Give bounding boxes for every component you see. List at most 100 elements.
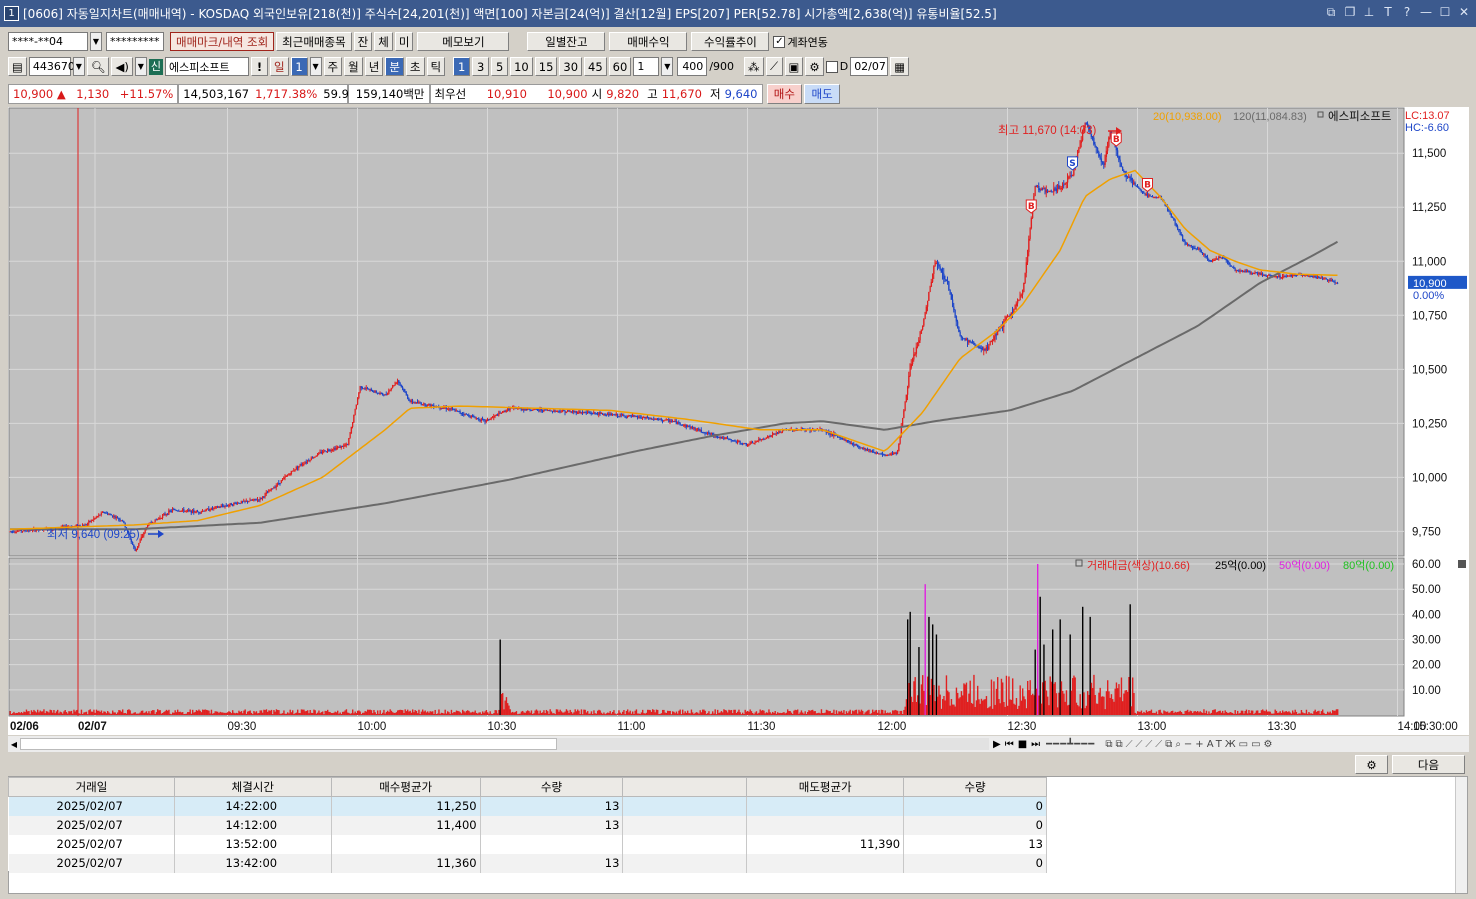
account-link-checkbox[interactable]: ✓ 계좌연동 — [773, 34, 828, 50]
pin-icon[interactable]: ⊥ — [1361, 5, 1377, 20]
interval-1-button[interactable]: 1 — [453, 57, 471, 76]
col-trade-date[interactable]: 거래일 — [8, 777, 175, 797]
candle-body — [890, 453, 893, 455]
sell-button[interactable]: 매도 — [804, 84, 841, 104]
candle-body — [1147, 193, 1149, 197]
settings-gear-icon-2[interactable]: ⚙ — [1355, 755, 1388, 774]
daily-balance-button[interactable]: 일별잔고 — [527, 32, 606, 51]
play-icon[interactable]: ▶ — [993, 739, 1001, 750]
layout-icon[interactable]: ⧉ — [1323, 5, 1339, 20]
interval-45-button[interactable]: 45 — [584, 57, 607, 76]
period-num-select[interactable]: 1 — [290, 57, 308, 76]
checkbox-checked-icon[interactable]: ✓ — [773, 35, 786, 48]
table-row[interactable]: 2025/02/07 14:22:00 11,250 13 0 — [8, 796, 1047, 816]
col-buy-avg[interactable]: 매수평균가 — [330, 777, 481, 797]
minimize-icon[interactable]: — — [1418, 5, 1434, 20]
period-day-button[interactable]: 일 — [269, 57, 289, 76]
period-year-button[interactable]: 년 — [364, 57, 384, 76]
filled-button[interactable]: 체 — [374, 32, 393, 51]
interval-60-button[interactable]: 60 — [608, 57, 632, 76]
unfilled-button[interactable]: 미 — [394, 32, 414, 51]
volume-bar — [562, 712, 564, 715]
chart-tool-icon[interactable]: ⁂ — [744, 57, 764, 76]
date-input[interactable]: 02/07 — [850, 57, 889, 76]
volume-plot-area[interactable] — [8, 557, 1405, 717]
interval-15-button[interactable]: 15 — [534, 57, 558, 76]
buy-button[interactable]: 매수 — [766, 84, 803, 104]
stock-name-field[interactable]: 에스피소프트 — [164, 57, 249, 76]
table-row[interactable]: 2025/02/07 14:12:00 11,400 13 0 — [8, 815, 1047, 835]
stock-code-input[interactable]: 443670 — [28, 57, 75, 76]
count-input[interactable]: 400 — [677, 57, 708, 76]
speaker-icon[interactable]: ◀) — [111, 57, 133, 76]
search-icon[interactable]: 🔍︎ — [86, 57, 110, 76]
save-icon[interactable]: ▣ — [784, 57, 804, 76]
trade-profit-button[interactable]: 매매수익 — [609, 32, 688, 51]
speaker-dropdown-icon[interactable]: ▼ — [134, 57, 147, 76]
volume-bar — [177, 709, 179, 715]
scroll-track[interactable] — [20, 738, 557, 750]
text-icon[interactable]: T — [1380, 5, 1396, 20]
price-plot-area[interactable] — [8, 107, 1405, 557]
period-dropdown-icon[interactable]: ▼ — [309, 57, 322, 76]
settings-gear-icon[interactable]: ⚙ — [805, 57, 824, 76]
candle-body — [92, 519, 94, 521]
candle-body — [447, 408, 449, 410]
d-checkbox[interactable] — [825, 60, 838, 73]
volume-bar — [1128, 676, 1130, 715]
period-week-button[interactable]: 주 — [323, 57, 343, 76]
volume-bar — [225, 712, 228, 715]
code-dropdown-icon[interactable]: ▼ — [72, 57, 85, 76]
stop-icon[interactable]: ■ — [1018, 739, 1027, 750]
volume-bar — [419, 714, 421, 715]
interval-input[interactable]: 1 — [633, 57, 660, 76]
col-buy-qty[interactable]: 수량 — [479, 777, 624, 797]
account-dropdown-icon[interactable]: ▼ — [90, 32, 102, 51]
alert-button[interactable]: ! — [250, 57, 268, 76]
fast-forward-icon[interactable]: ⏭ — [1031, 739, 1040, 750]
interval-10-button[interactable]: 10 — [510, 57, 533, 76]
scroll-thumb[interactable] — [557, 738, 989, 750]
trade-mark-query-button[interactable]: 매매마크/내역 조회 — [170, 32, 275, 51]
stock-list-icon[interactable]: ▤ — [8, 57, 27, 76]
table-row[interactable]: 2025/02/07 13:42:00 11,360 13 0 — [8, 853, 1047, 873]
candle-body — [343, 445, 345, 447]
price-volume-chart[interactable]: BSBB 9,75010,00010,25010,50010,75011,000… — [8, 107, 1469, 735]
col-exec-time[interactable]: 체결시간 — [173, 777, 332, 797]
col-blank[interactable] — [622, 777, 748, 797]
period-second-button[interactable]: 초 — [405, 57, 425, 76]
memo-button[interactable]: 메모보기 — [417, 32, 510, 51]
restore-icon[interactable]: ❐ — [1342, 5, 1358, 20]
rewind-icon[interactable]: ⏮ — [1005, 739, 1014, 750]
interval-30-button[interactable]: 30 — [559, 57, 583, 76]
account-select[interactable]: ****-**04 — [8, 32, 88, 51]
recent-trades-button[interactable]: 최근매매종목 — [276, 32, 352, 51]
interval-dropdown-icon[interactable]: ▼ — [661, 57, 674, 76]
line-tool-icon[interactable]: ⟋ — [765, 57, 783, 76]
col-sell-qty[interactable]: 수량 — [903, 777, 1047, 797]
close-icon[interactable]: ✕ — [1456, 5, 1472, 20]
interval-3-button[interactable]: 3 — [472, 57, 490, 76]
volume-bar — [482, 711, 484, 715]
drawing-tools-icon[interactable]: ⧉⧉⟋⟋⟋⟋⧉⌕−+ATЖ▭▭⚙ — [1105, 739, 1275, 750]
scroll-left-icon[interactable]: ◀ — [8, 740, 20, 749]
maximize-icon[interactable]: ☐ — [1437, 5, 1453, 20]
volume-panel-close-icon[interactable] — [1458, 560, 1466, 568]
table-vertical-scrollbar[interactable] — [1455, 777, 1467, 893]
volume-bar — [608, 712, 610, 715]
zoom-slider-icon[interactable]: ━━━┻━━━ — [1046, 739, 1095, 750]
period-minute-button[interactable]: 분 — [385, 57, 404, 76]
table-row[interactable]: 2025/02/07 13:52:00 11,390 13 — [8, 834, 1047, 854]
calendar-icon[interactable]: ▦ — [890, 57, 910, 76]
password-field[interactable]: ********* — [106, 32, 164, 51]
period-month-button[interactable]: 월 — [344, 57, 363, 76]
volume-bar — [85, 711, 88, 715]
interval-5-button[interactable]: 5 — [491, 57, 509, 76]
col-sell-avg[interactable]: 매도평균가 — [746, 777, 905, 797]
period-tick-button[interactable]: 틱 — [426, 57, 446, 76]
profit-trend-button[interactable]: 수익률추이 — [691, 32, 770, 51]
volume-bar — [682, 709, 684, 715]
balance-button[interactable]: 잔 — [353, 32, 373, 51]
next-button[interactable]: 다음 — [1392, 755, 1465, 774]
help-icon[interactable]: ? — [1399, 5, 1415, 20]
